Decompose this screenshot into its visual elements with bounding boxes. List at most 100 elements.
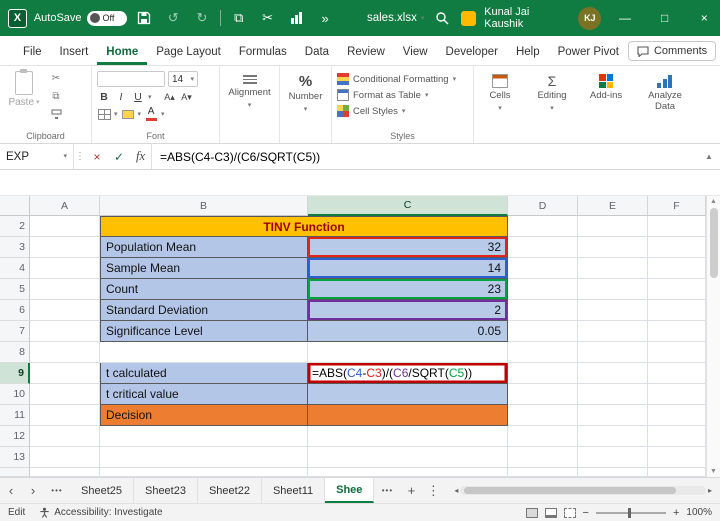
zoom-slider[interactable] — [595, 507, 666, 518]
analyze-data-button[interactable]: Analyze Data — [639, 71, 691, 113]
cell-D11[interactable] — [508, 405, 578, 426]
cell-F9[interactable] — [648, 363, 706, 384]
cell-A10[interactable] — [30, 384, 100, 405]
cell-A4[interactable] — [30, 258, 100, 279]
cell-A12[interactable] — [30, 426, 100, 447]
cell-D13[interactable] — [508, 447, 578, 468]
column-header-A[interactable]: A — [30, 196, 100, 216]
tab-developer[interactable]: Developer — [437, 40, 507, 65]
sheet-nav-right-icon[interactable]: › — [22, 478, 44, 503]
undo-icon[interactable]: ↺ — [162, 6, 184, 30]
cell-D2[interactable] — [508, 216, 578, 237]
cell-F10[interactable] — [648, 384, 706, 405]
cell-F3[interactable] — [648, 237, 706, 258]
column-header-B[interactable]: B — [100, 196, 308, 216]
row-header-2[interactable]: 2 — [0, 216, 30, 237]
more-commands-icon[interactable]: » — [314, 6, 336, 30]
redo-icon[interactable]: ↻ — [191, 6, 213, 30]
tab-data[interactable]: Data — [296, 40, 338, 65]
maximize-button[interactable]: □ — [649, 0, 681, 36]
cell-D12[interactable] — [508, 426, 578, 447]
excel-app-icon[interactable]: X — [8, 8, 27, 28]
cell-F12[interactable] — [648, 426, 706, 447]
cell-C12[interactable] — [308, 426, 508, 447]
enter-button[interactable]: ✓ — [108, 144, 130, 169]
cell-B6[interactable]: Standard Deviation — [100, 300, 308, 321]
cell-A8[interactable] — [30, 342, 100, 363]
cell-A9[interactable] — [30, 363, 100, 384]
cell-E11[interactable] — [578, 405, 648, 426]
cell-E2[interactable] — [578, 216, 648, 237]
decrease-font-icon[interactable]: A▾ — [180, 90, 194, 104]
tab-insert[interactable]: Insert — [51, 40, 98, 65]
cell-E5[interactable] — [578, 279, 648, 300]
cell-D4[interactable] — [508, 258, 578, 279]
cell-A7[interactable] — [30, 321, 100, 342]
tab-file[interactable]: File — [14, 40, 51, 65]
cell-A14[interactable] — [30, 468, 100, 477]
cell-C13[interactable] — [308, 447, 508, 468]
cell-E9[interactable] — [578, 363, 648, 384]
vertical-scrollbar[interactable]: ▲ ▼ — [706, 196, 720, 477]
row-header-6[interactable]: 6 — [0, 300, 30, 321]
cell-D8[interactable] — [508, 342, 578, 363]
fill-color-icon[interactable] — [121, 107, 135, 121]
cell-F6[interactable] — [648, 300, 706, 321]
copy-icon[interactable]: ⧉ — [228, 6, 250, 30]
row-header-partial[interactable] — [0, 468, 30, 477]
alignment-button[interactable]: Alignment ▾ — [225, 71, 274, 109]
cell-E10[interactable] — [578, 384, 648, 405]
name-box[interactable]: EXP ▾ — [0, 144, 74, 169]
cell-D3[interactable] — [508, 237, 578, 258]
row-header-12[interactable]: 12 — [0, 426, 30, 447]
normal-view-icon[interactable] — [525, 507, 538, 518]
cell-A6[interactable] — [30, 300, 100, 321]
cut-icon[interactable]: ✂ — [257, 6, 279, 30]
sheet-tab-sheet25[interactable]: Sheet25 — [70, 478, 134, 503]
cell-A5[interactable] — [30, 279, 100, 300]
row-header-13[interactable]: 13 — [0, 447, 30, 468]
cell-D14[interactable] — [508, 468, 578, 477]
cell-B14[interactable] — [100, 468, 308, 477]
tab-page-layout[interactable]: Page Layout — [147, 40, 230, 65]
avatar[interactable]: KJ — [578, 6, 602, 30]
italic-button[interactable]: I — [114, 90, 128, 104]
cell-styles-button[interactable]: Cell Styles ▾ — [337, 105, 456, 117]
new-sheet-button[interactable]: + — [400, 478, 422, 503]
number-format-button[interactable]: % Number ▾ — [285, 71, 326, 113]
select-all-corner[interactable] — [0, 196, 30, 216]
sheet-tab-sheet23[interactable]: Sheet23 — [134, 478, 198, 503]
cell-C5[interactable]: 23 — [308, 279, 508, 300]
close-button[interactable]: × — [688, 0, 720, 36]
row-header-10[interactable]: 10 — [0, 384, 30, 405]
scroll-up-icon[interactable]: ▲ — [710, 198, 717, 205]
formula-bar-expand-icon[interactable]: ▲ — [698, 144, 720, 169]
sheet-tab-active[interactable]: Shee — [325, 478, 375, 503]
cell-C11[interactable] — [308, 405, 508, 426]
font-color-icon[interactable]: A — [144, 107, 158, 121]
cell-D7[interactable] — [508, 321, 578, 342]
cell-F4[interactable] — [648, 258, 706, 279]
column-header-C[interactable]: C — [308, 196, 508, 216]
cell-C7[interactable]: 0.05 — [308, 321, 508, 342]
horizontal-scroll-thumb[interactable] — [464, 487, 676, 494]
underline-button[interactable]: U — [131, 90, 145, 104]
cell-A11[interactable] — [30, 405, 100, 426]
cancel-button[interactable]: × — [86, 144, 108, 169]
zoom-in-icon[interactable]: + — [673, 507, 679, 519]
row-header-8[interactable]: 8 — [0, 342, 30, 363]
clipboard-group-label[interactable]: Clipboard — [0, 131, 91, 141]
vertical-scroll-thumb[interactable] — [709, 208, 718, 278]
row-header-4[interactable]: 4 — [0, 258, 30, 279]
namebox-resize-handle[interactable]: ⋮ — [74, 144, 86, 169]
scroll-down-icon[interactable]: ▼ — [710, 468, 717, 475]
cell-E14[interactable] — [578, 468, 648, 477]
cell-C14[interactable] — [308, 468, 508, 477]
cell-E7[interactable] — [578, 321, 648, 342]
insert-function-button[interactable]: fx — [130, 144, 152, 169]
save-icon[interactable] — [134, 6, 156, 30]
tab-review[interactable]: Review — [338, 40, 394, 65]
cut-icon[interactable]: ✂ — [47, 71, 65, 86]
cell-A2[interactable] — [30, 216, 100, 237]
accessibility-checker[interactable]: Accessibility: Investigate — [39, 507, 163, 518]
